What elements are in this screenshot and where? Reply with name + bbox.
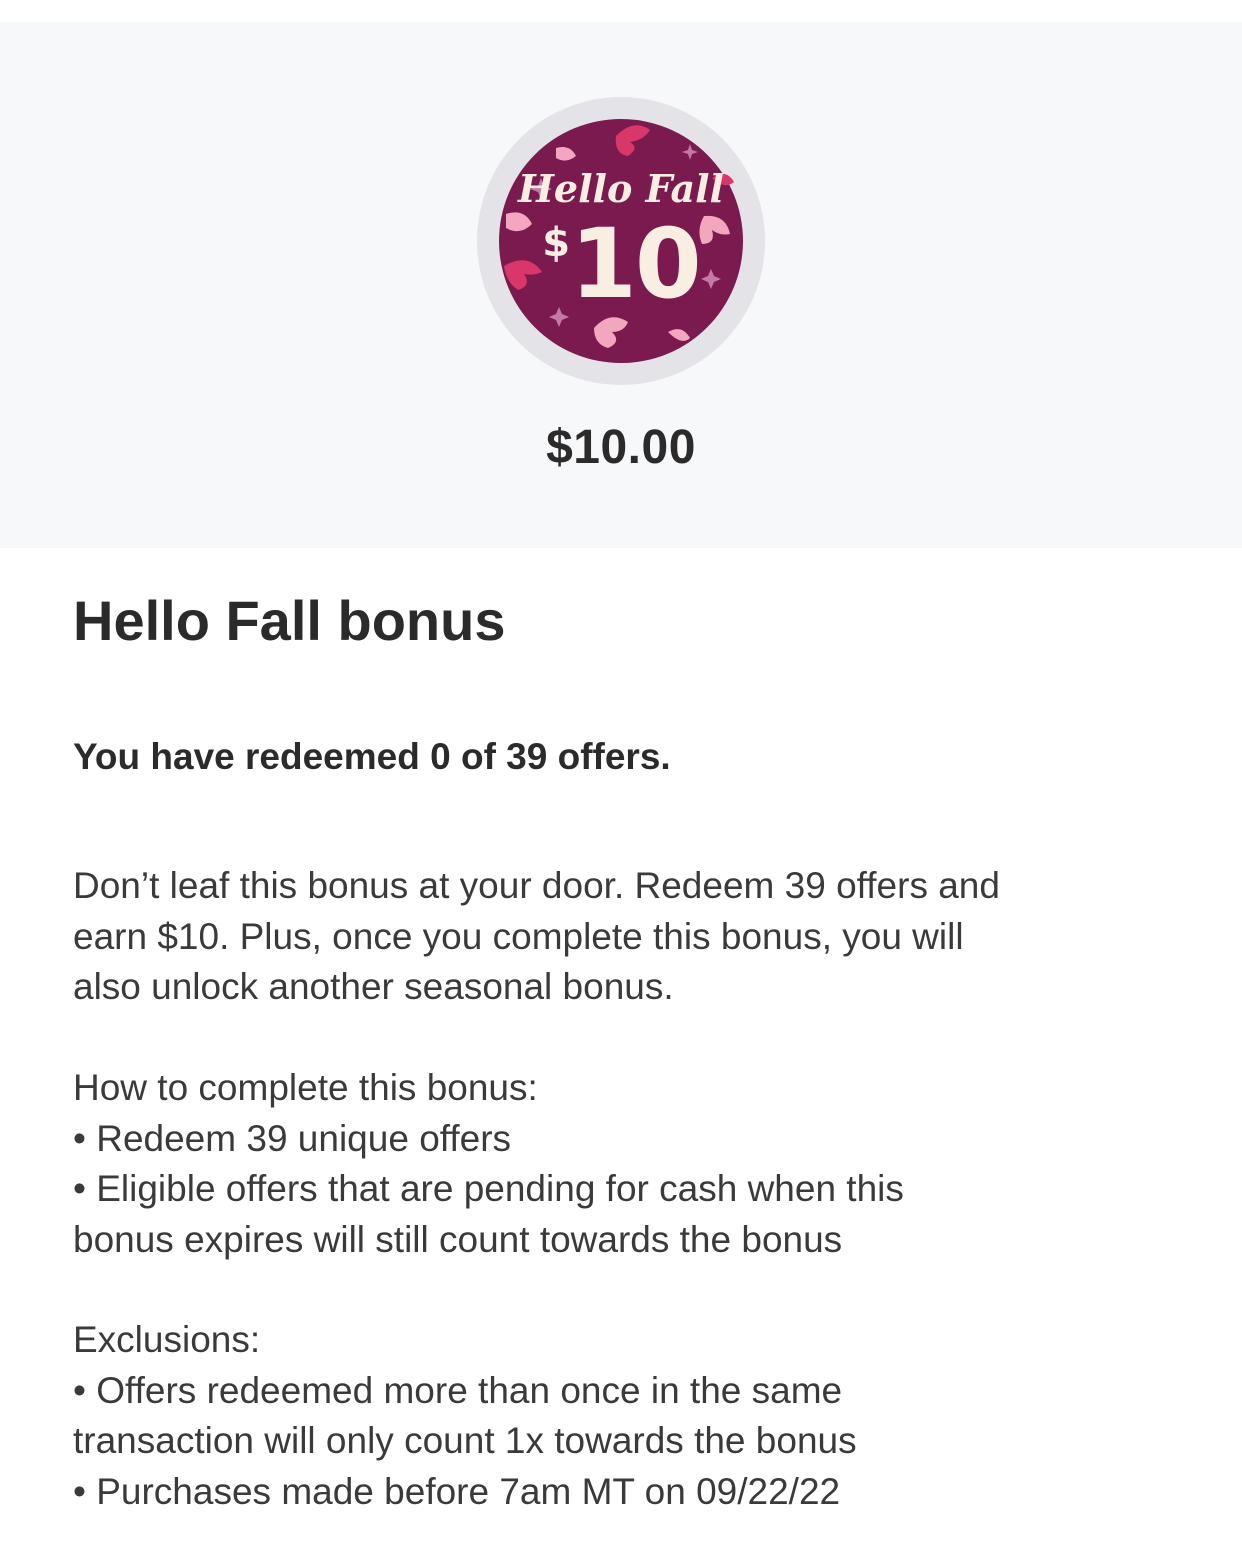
- exclusion-item: transaction will only count 1x towards t…: [73, 1420, 857, 1461]
- badge-number: 10: [570, 208, 702, 320]
- description-line: also unlock another seasonal bonus.: [73, 966, 674, 1007]
- description-line: earn $10. Plus, once you complete this b…: [73, 915, 964, 957]
- top-strip: [0, 0, 1242, 22]
- page-title: Hello Fall bonus: [73, 589, 506, 652]
- how-to-heading: How to complete this bonus:: [73, 1067, 538, 1108]
- how-to-item: bonus expires will still count towards t…: [73, 1218, 843, 1260]
- badge-script-text: Hello Fall: [518, 166, 724, 211]
- exclusion-item: • Offers redeemed more than once in the …: [73, 1369, 843, 1411]
- how-to-complete: How to complete this bonus: • Redeem 39 …: [73, 1063, 1173, 1265]
- exclusion-item: • Purchases made before 7am MT on 09/22/…: [73, 1470, 841, 1512]
- badge-currency: $: [542, 220, 571, 266]
- bonus-hero: Hello Fall $10 $10.00: [0, 22, 1242, 548]
- redeem-progress-text: You have redeemed 0 of 39 offers.: [73, 736, 671, 777]
- bonus-badge: Hello Fall $10: [476, 96, 766, 386]
- bonus-amount: $10.00: [546, 421, 696, 474]
- exclusions: Exclusions: • Offers redeemed more than …: [73, 1315, 1173, 1517]
- how-to-item: • Redeem 39 unique offers: [73, 1117, 512, 1159]
- description-line: Don’t leaf this bonus at your door. Rede…: [73, 865, 1000, 906]
- exclusions-heading: Exclusions:: [73, 1319, 261, 1360]
- bonus-description: Don’t leaf this bonus at your door. Rede…: [73, 861, 1173, 1013]
- how-to-item: • Eligible offers that are pending for c…: [73, 1168, 904, 1209]
- badge-value: $10: [476, 214, 766, 314]
